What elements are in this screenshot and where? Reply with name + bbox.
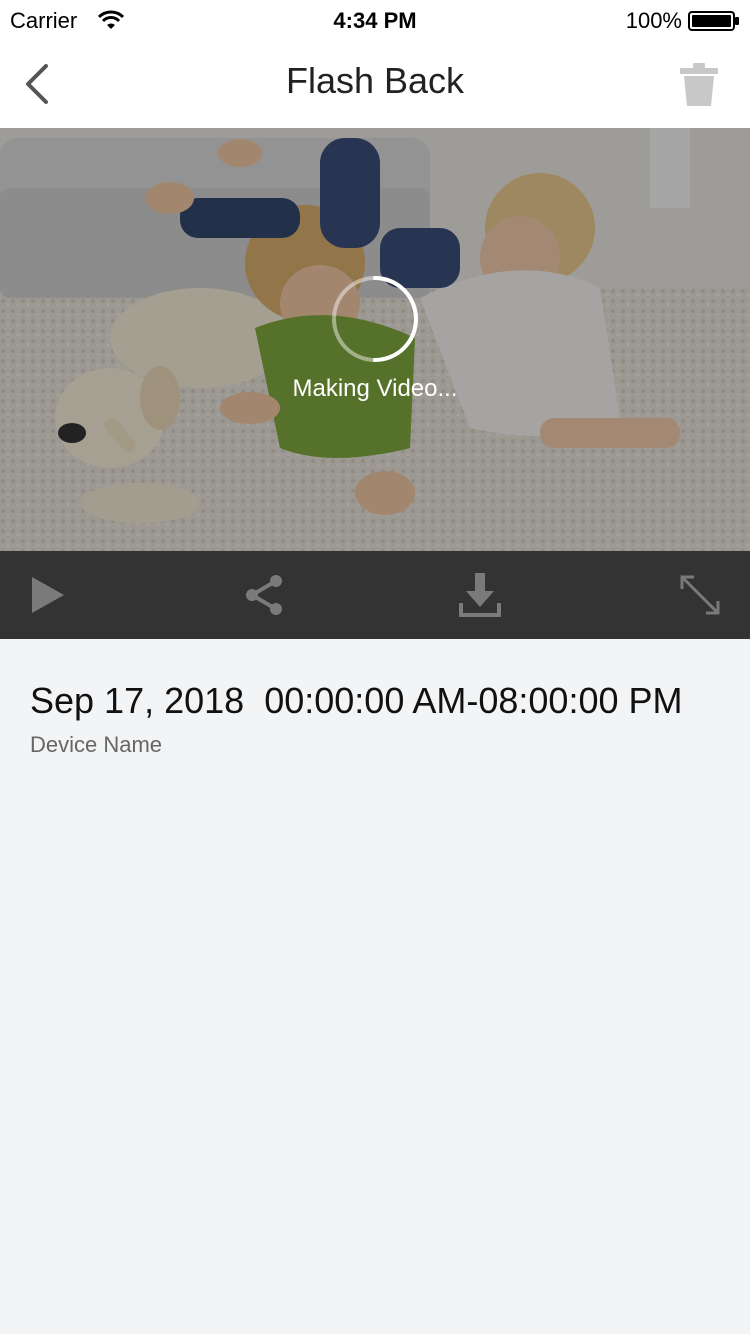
video-preview[interactable]: Making Video... bbox=[0, 128, 750, 551]
nav-bar: Flash Back bbox=[0, 40, 750, 128]
trash-icon[interactable] bbox=[678, 62, 720, 108]
clip-date: Sep 17, 2018 bbox=[30, 680, 245, 721]
share-icon[interactable] bbox=[240, 571, 288, 619]
making-video-status: Making Video... bbox=[292, 375, 458, 402]
battery-icon bbox=[688, 11, 739, 31]
status-bar: Carrier 4:34 PM 100% bbox=[0, 0, 750, 40]
play-icon[interactable] bbox=[22, 571, 70, 619]
page-title: Flash Back bbox=[285, 60, 465, 101]
clip-info: Sep 17, 2018 00:00:00 AM-08:00:00 PM Dev… bbox=[30, 680, 730, 758]
playback-controls bbox=[0, 551, 750, 639]
clip-datetime: Sep 17, 2018 00:00:00 AM-08:00:00 PM bbox=[30, 680, 730, 722]
download-icon[interactable] bbox=[456, 571, 504, 619]
clip-time-range: 00:00:00 AM-08:00:00 PM bbox=[264, 680, 683, 721]
expand-icon[interactable] bbox=[676, 571, 724, 619]
battery-percent: 100% bbox=[625, 8, 682, 33]
device-name: Device Name bbox=[30, 732, 163, 757]
loading-spinner-icon bbox=[332, 276, 418, 362]
